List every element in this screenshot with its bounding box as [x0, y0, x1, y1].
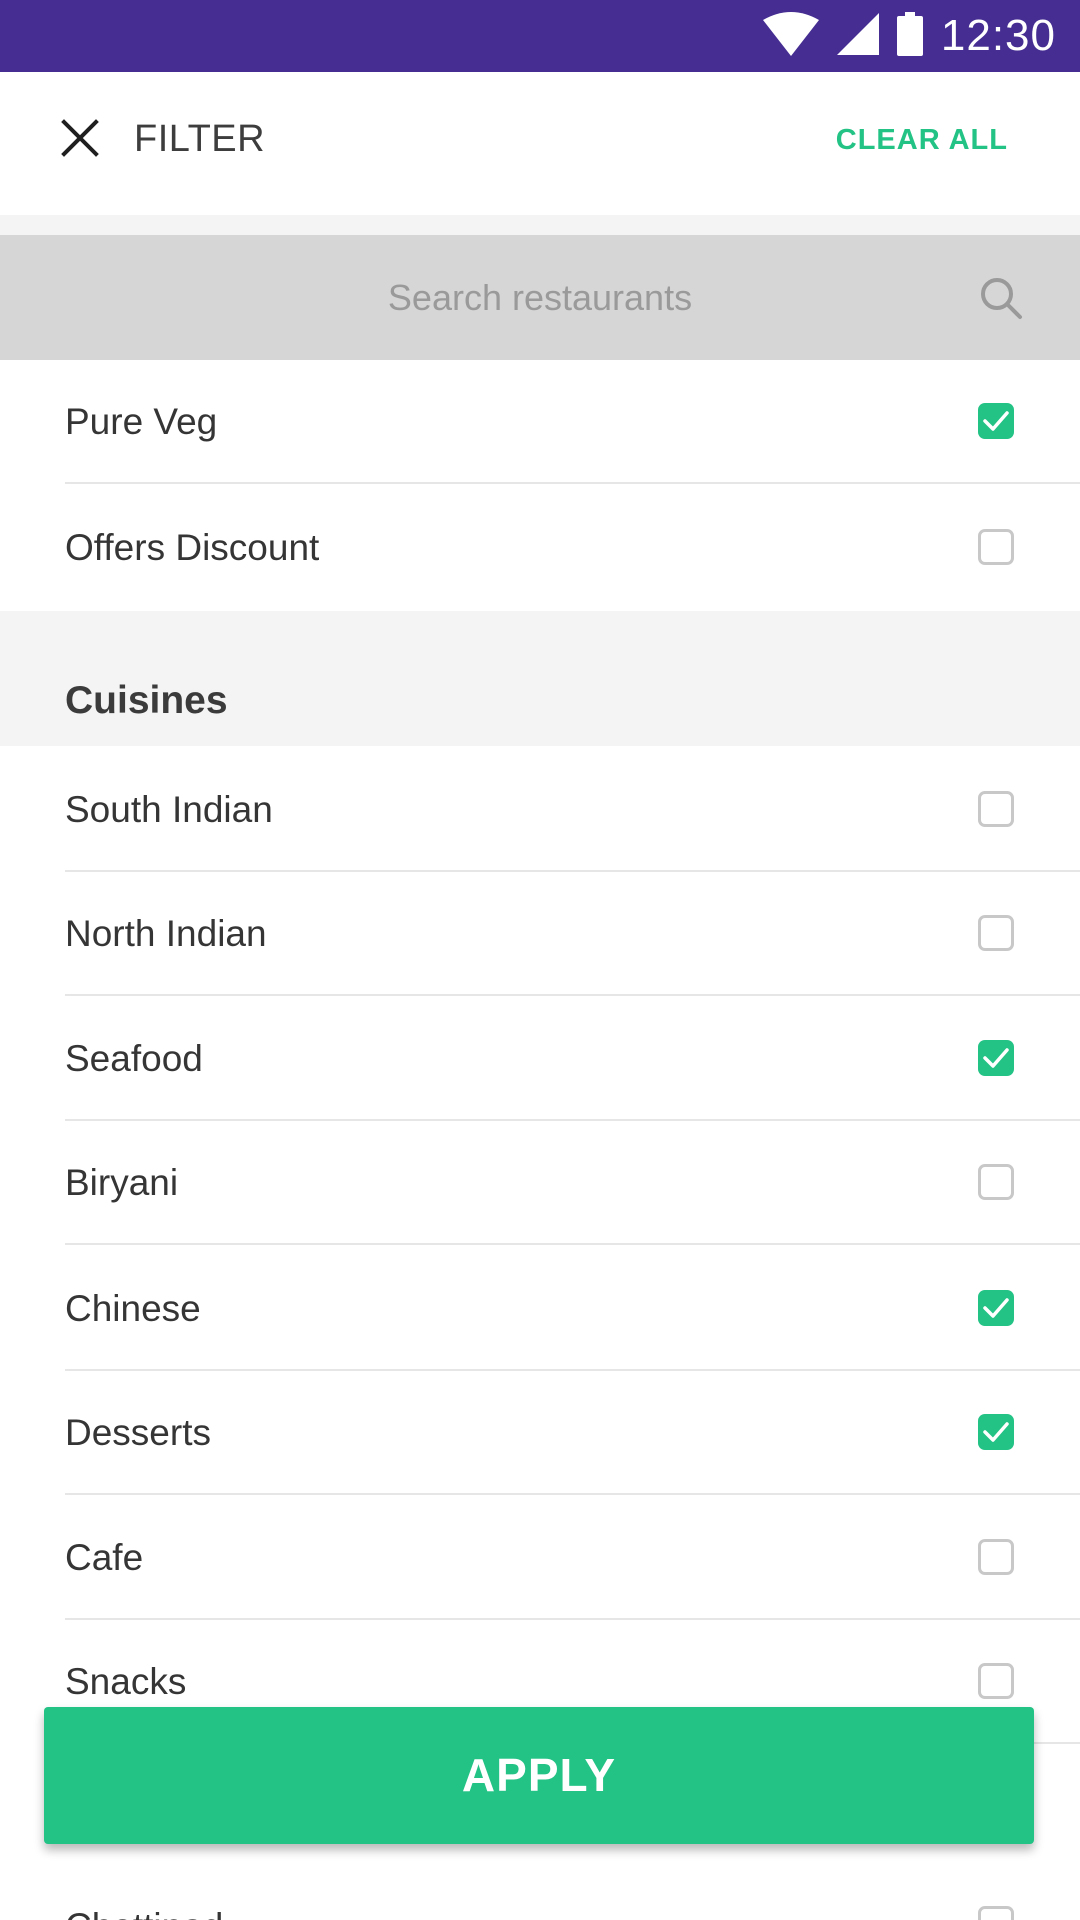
cuisine-label: Seafood: [65, 1038, 203, 1079]
status-icons: 12:30: [762, 0, 1056, 72]
checkbox-unchecked[interactable]: [978, 1539, 1014, 1575]
cuisine-row-biryani[interactable]: Biryani: [0, 1121, 1080, 1245]
checkbox-checked[interactable]: [978, 1290, 1014, 1326]
search-bar: [0, 235, 1080, 360]
cuisine-row-cafe[interactable]: Cafe: [0, 1496, 1080, 1620]
page-title: FILTER: [134, 118, 266, 160]
filter-row-offers-discount[interactable]: Offers Discount: [0, 486, 1080, 610]
row-divider: [65, 994, 1080, 996]
checkbox-checked[interactable]: [978, 1414, 1014, 1450]
search-input[interactable]: [0, 235, 1080, 360]
checkbox-unchecked[interactable]: [978, 915, 1014, 951]
checkbox-unchecked[interactable]: [978, 529, 1014, 565]
cuisine-label: Chinese: [65, 1288, 201, 1329]
checkmark-icon: [983, 1298, 1009, 1318]
filter-row-pure-veg[interactable]: Pure Veg: [0, 360, 1080, 484]
checkmark-icon: [983, 1048, 1009, 1068]
status-time: 12:30: [940, 11, 1056, 60]
cuisine-label: Biryani: [65, 1162, 179, 1203]
cuisine-label: North Indian: [65, 913, 267, 954]
section-title: Cuisines: [65, 679, 228, 722]
cuisine-row-chettinad[interactable]: Chettinad: [0, 1870, 1080, 1920]
checkmark-icon: [983, 411, 1009, 431]
row-divider: [65, 1493, 1080, 1495]
cuisine-label: South Indian: [65, 789, 273, 830]
divider-strip: [0, 215, 1080, 235]
checkbox-checked[interactable]: [978, 403, 1014, 439]
status-bar: 12:30: [0, 0, 1080, 72]
apply-button[interactable]: APPLY: [44, 1707, 1034, 1844]
cuisine-row-desserts[interactable]: Desserts: [0, 1371, 1080, 1495]
cuisine-row-seafood[interactable]: Seafood: [0, 997, 1080, 1121]
cuisines-section-header: Cuisines: [0, 611, 1080, 746]
cuisine-row-chinese[interactable]: Chinese: [0, 1247, 1080, 1371]
row-divider: [65, 1243, 1080, 1245]
filter-label: Offers Discount: [65, 527, 320, 568]
checkbox-unchecked[interactable]: [978, 1906, 1014, 1920]
search-icon[interactable]: [978, 275, 1024, 321]
cuisine-row-south-indian[interactable]: South Indian: [0, 748, 1080, 872]
filter-toolbar: FILTER CLEAR ALL: [0, 72, 1080, 215]
wifi-icon: [762, 11, 819, 61]
checkbox-unchecked[interactable]: [978, 1663, 1014, 1699]
signal-icon: [836, 12, 879, 60]
checkmark-icon: [983, 1422, 1009, 1442]
cuisine-label: Desserts: [65, 1412, 211, 1453]
close-icon[interactable]: [58, 116, 102, 160]
cuisine-row-north-indian[interactable]: North Indian: [0, 872, 1080, 996]
checkbox-unchecked[interactable]: [978, 791, 1014, 827]
filter-label: Pure Veg: [65, 401, 218, 442]
cuisine-label: Chettinad: [65, 1906, 223, 1920]
checkbox-checked[interactable]: [978, 1040, 1014, 1076]
cuisine-label: Cafe: [65, 1537, 144, 1578]
clear-all-button[interactable]: CLEAR ALL: [836, 124, 1008, 157]
row-divider: [65, 482, 1080, 484]
battery-icon: [896, 11, 923, 61]
checkbox-unchecked[interactable]: [978, 1164, 1014, 1200]
